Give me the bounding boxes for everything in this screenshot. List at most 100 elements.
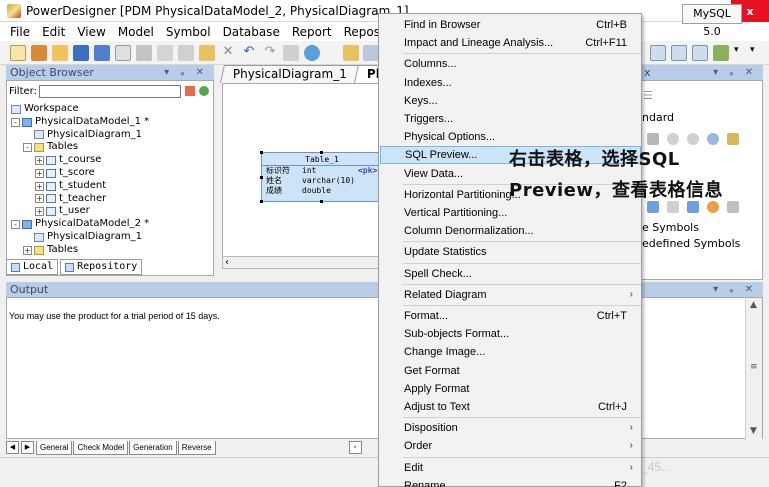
package-icon[interactable] — [343, 45, 359, 61]
package-tool-icon[interactable] — [727, 133, 739, 145]
tab-scroll-right-icon[interactable]: ▶ — [21, 441, 34, 454]
menu-item-format[interactable]: Format... Ctrl+T — [380, 307, 641, 325]
tab-check-model[interactable]: Check Model — [73, 440, 129, 455]
menu-item-apply-format[interactable]: Apply Format — [380, 380, 641, 398]
tree-item[interactable]: + t_course — [11, 154, 149, 167]
scroll-left-icon[interactable]: ‹ — [225, 257, 229, 268]
menu-item-indexes[interactable]: Indexes... — [380, 74, 641, 92]
menu-item-related-diagram[interactable]: Related Diagram › — [380, 286, 641, 304]
selection-handle[interactable] — [260, 176, 263, 179]
tab-physical-diagram-1[interactable]: PhysicalDiagram_1 — [220, 65, 360, 83]
reference-tool-icon[interactable] — [687, 201, 699, 213]
table-tool-icon[interactable] — [647, 201, 659, 213]
menu-item-adjust-to-text[interactable]: Adjust to Text Ctrl+J — [380, 398, 641, 416]
output-hscroll-left-icon[interactable]: ‹ — [348, 441, 362, 454]
view-icon-2[interactable] — [671, 45, 687, 61]
paste-icon[interactable] — [199, 45, 215, 61]
toolbox-section-standard[interactable]: ndard — [642, 111, 674, 124]
print-icon[interactable] — [136, 45, 152, 61]
filter-refresh-icon[interactable] — [198, 86, 209, 96]
new-icon[interactable] — [10, 45, 26, 61]
menu-item-get-format[interactable]: Get Format — [380, 362, 641, 380]
open-icon[interactable] — [52, 45, 68, 61]
save-all-icon[interactable] — [94, 45, 110, 61]
zoom-out-icon[interactable] — [687, 133, 699, 145]
output-vscrollbar[interactable]: ▲ ≡ ▼ — [745, 298, 762, 440]
view-tool-icon[interactable] — [667, 201, 679, 213]
filter-clear-icon[interactable] — [184, 86, 195, 96]
collapse-icon[interactable]: - — [11, 117, 20, 127]
table-entity-table-1[interactable]: Table_1 标识符 int <pk> 姓名 varchar(10) 成绩 d… — [261, 152, 383, 202]
menu-item-change-image[interactable]: Change Image... — [380, 343, 641, 361]
selection-handle[interactable] — [260, 151, 263, 154]
menu-item-triggers[interactable]: Triggers... — [380, 110, 641, 128]
tree-item[interactable]: Workspace — [11, 103, 149, 116]
save-icon[interactable] — [73, 45, 89, 61]
pointer-tool-icon[interactable] — [647, 133, 659, 145]
menu-report[interactable]: Report — [286, 25, 338, 39]
selection-handle[interactable] — [320, 151, 323, 154]
tree-item[interactable]: - PhysicalDataModel_1 * — [11, 116, 149, 129]
expand-icon[interactable]: + — [35, 168, 44, 178]
tab-generation[interactable]: Generation — [129, 440, 177, 455]
menu-database[interactable]: Database — [217, 25, 286, 39]
menu-item-vertical-partitioning[interactable]: Vertical Partitioning... — [380, 204, 641, 222]
filter-input[interactable] — [38, 84, 181, 98]
menu-item-impact-and-lineage-analysis[interactable]: Impact and Lineage Analysis... Ctrl+F11 — [380, 34, 641, 52]
scroll-up-icon[interactable]: ▲ — [750, 300, 757, 310]
delete-icon[interactable]: ✕ — [220, 45, 236, 61]
menu-item-find-in-browser[interactable]: Find in Browser Ctrl+B — [380, 16, 641, 34]
cut-icon[interactable] — [157, 45, 173, 61]
toolbox-section-free-symbols[interactable]: e Symbols — [642, 221, 699, 234]
view-icon-3[interactable] — [692, 45, 708, 61]
toolbar-overflow-icon-2[interactable]: ▾ — [750, 45, 760, 61]
menu-item-rename[interactable]: Rename F2 — [380, 477, 641, 487]
expand-icon[interactable]: + — [35, 207, 44, 217]
menu-item-update-statistics[interactable]: Update Statistics — [380, 243, 641, 261]
redo-icon[interactable]: ↷ — [262, 45, 278, 61]
collapse-icon[interactable]: - — [11, 220, 20, 230]
menu-item-disposition[interactable]: Disposition › — [380, 419, 641, 437]
expand-icon[interactable]: + — [35, 181, 44, 191]
view-icon-1[interactable] — [650, 45, 666, 61]
toolbox-controls-icon[interactable]: ▾ ᵩ ✕ — [713, 65, 757, 80]
menu-item-keys[interactable]: Keys... — [380, 92, 641, 110]
menu-item-spell-check[interactable]: Spell Check... — [380, 265, 641, 283]
tree-item[interactable]: + Tables — [11, 244, 149, 257]
expand-icon[interactable]: + — [23, 245, 32, 255]
toolbar-overflow-icon[interactable]: ▾ — [734, 45, 744, 61]
zoom-icon[interactable] — [707, 133, 719, 145]
menu-item-column-denormalization[interactable]: Column Denormalization... — [380, 222, 641, 240]
properties-icon[interactable] — [283, 45, 299, 61]
expand-icon[interactable]: + — [35, 156, 44, 166]
toolbox-menu-icon[interactable]: ☰ — [643, 89, 653, 102]
menu-file[interactable]: File — [4, 25, 36, 39]
tree-item[interactable]: - PhysicalDataModel_2 * — [11, 218, 149, 231]
menu-item-physical-options[interactable]: Physical Options... — [380, 128, 641, 146]
menu-edit[interactable]: Edit — [36, 25, 71, 39]
tree-item[interactable]: PhysicalDiagram_1 — [11, 231, 149, 244]
menu-view[interactable]: View — [71, 25, 111, 39]
tree-item[interactable]: + t_user — [11, 205, 149, 218]
undo-icon[interactable]: ↶ — [241, 45, 257, 61]
tree-item[interactable]: + t_teacher — [11, 193, 149, 206]
menu-model[interactable]: Model — [112, 25, 160, 39]
diagram-icon[interactable] — [363, 45, 379, 61]
selection-handle[interactable] — [320, 200, 323, 203]
menu-item-order[interactable]: Order › — [380, 437, 641, 455]
tab-local[interactable]: Local — [6, 259, 59, 275]
toolbox-section-predefined-symbols[interactable]: edefined Symbols — [642, 237, 740, 250]
file-tool-icon[interactable] — [727, 201, 739, 213]
scroll-grip-icon[interactable]: ≡ — [750, 362, 758, 372]
selection-handle[interactable] — [260, 200, 263, 203]
tree-item[interactable]: PhysicalDiagram_1 — [11, 129, 149, 142]
copy-icon[interactable] — [178, 45, 194, 61]
tab-scroll-left-icon[interactable]: ◀ — [6, 441, 19, 454]
tree-item[interactable]: + t_score — [11, 167, 149, 180]
scroll-down-icon[interactable]: ▼ — [750, 426, 757, 436]
zoom-in-icon[interactable] — [667, 133, 679, 145]
new-model-icon[interactable] — [31, 45, 47, 61]
print-preview-icon[interactable] — [115, 45, 131, 61]
collapse-icon[interactable]: - — [23, 143, 32, 153]
tab-repository[interactable]: Repository — [60, 259, 143, 275]
